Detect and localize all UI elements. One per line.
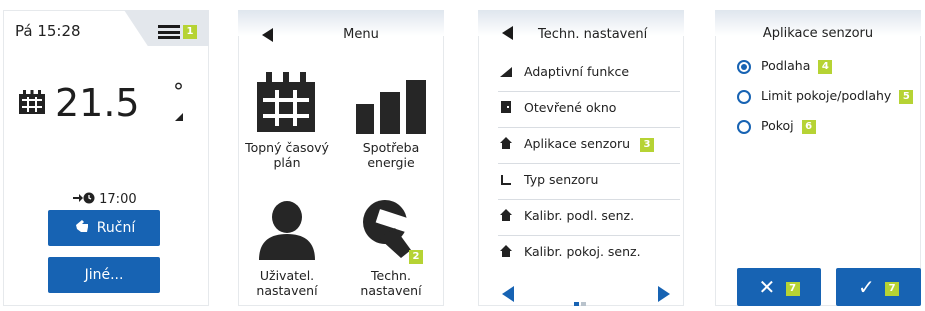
checkmark-icon: ✓ (857, 275, 875, 299)
page-title: Aplikace senzoru (762, 26, 874, 41)
menu-screen: Menu Topný časový plán Spotřeba energie … (238, 10, 444, 306)
option-room[interactable]: Pokoj 6 (737, 118, 816, 134)
other-button-label: Jiné... (84, 267, 124, 283)
house-icon (498, 200, 514, 234)
manual-button-label: Ruční (96, 220, 136, 236)
step-badge: 4 (818, 59, 833, 74)
step-badge: 7 (785, 282, 800, 296)
back-icon[interactable] (502, 26, 513, 40)
tile-label: Topný časový plán (245, 140, 329, 170)
list-item-label: Typ senzoru (524, 172, 599, 187)
list-item-label: Kalibr. podl. senz. (524, 208, 635, 223)
house-icon (498, 236, 514, 270)
clock-display: Pá 15:28 (15, 22, 81, 40)
option-floor[interactable]: Podlaha 4 (737, 58, 833, 74)
list-item-label: Adaptivní funkce (524, 64, 630, 79)
tile-label: Spotřeba energie (362, 140, 420, 170)
cancel-button[interactable]: ✕ 7 (737, 268, 821, 306)
option-label: Pokoj (761, 118, 794, 133)
radio-unselected[interactable] (737, 119, 751, 134)
calendar-icon (257, 72, 315, 132)
tile-technical-settings[interactable]: 2 Techn. nastavení (341, 198, 441, 298)
list-item-sensor-application[interactable]: Aplikace senzoru 3 (498, 127, 680, 164)
page-title: Techn. nastavení (538, 27, 648, 42)
sensor-application-screen: Aplikace senzoru Podlaha 4 Limit pokoje/… (715, 10, 921, 306)
house-icon (498, 128, 514, 162)
adaptive-icon (498, 56, 514, 90)
technical-settings-screen: Techn. nastavení Adaptivní funkce Otevře… (478, 10, 684, 306)
schedule-icon (19, 90, 45, 114)
step-badge: 5 (899, 89, 914, 104)
tile-heating-schedule[interactable]: Topný časový plán (238, 70, 337, 170)
corner-indicator-icon (175, 113, 183, 121)
list-item-open-window[interactable]: Otevřené okno (498, 91, 680, 128)
tile-energy-consumption[interactable]: Spotřeba energie (341, 70, 441, 170)
bar-chart-icon (356, 80, 426, 134)
tile-label: Uživatel. nastavení (256, 268, 318, 298)
hand-icon (75, 220, 88, 232)
step-badge: 6 (801, 119, 816, 134)
page-title: Menu (343, 27, 379, 42)
option-room-floor-limit[interactable]: Limit pokoje/podlahy 5 (737, 88, 914, 104)
sensor-type-icon (498, 164, 514, 198)
list-item-room-sensor-calibration[interactable]: Kalibr. pokoj. senz. (498, 235, 680, 271)
list-item-label: Otevřené okno (524, 100, 617, 115)
list-item-floor-sensor-calibration[interactable]: Kalibr. podl. senz. (498, 199, 680, 236)
radio-selected[interactable] (737, 59, 751, 74)
window-icon (498, 92, 514, 126)
step-badge: 2 (409, 250, 423, 264)
list-item-label: Aplikace senzoru (524, 136, 631, 151)
tile-label: Techn. nastavení (360, 268, 422, 298)
step-badge: 1 (183, 25, 197, 39)
degree-sign: ° (173, 80, 184, 105)
previous-page-icon[interactable] (502, 286, 514, 302)
page-indicator (573, 292, 587, 306)
step-badge: 7 (885, 282, 900, 296)
user-icon (259, 201, 315, 260)
option-label: Podlaha (761, 58, 811, 73)
tile-user-settings[interactable]: Uživatel. nastavení (238, 198, 337, 298)
manual-button[interactable]: Ruční (48, 210, 160, 246)
list-item-adaptive[interactable]: Adaptivní funkce (498, 55, 680, 92)
confirm-button[interactable]: ✓ 7 (836, 268, 921, 306)
home-screen: Pá 15:28 1 21.5 ° 17:00 Ruční Jiné... (3, 10, 209, 306)
next-page-icon[interactable] (658, 286, 670, 302)
menu-icon[interactable] (158, 25, 180, 39)
radio-unselected[interactable] (737, 89, 751, 104)
next-event: 17:00 (73, 192, 137, 207)
close-icon: ✕ (758, 275, 776, 299)
step-badge: 3 (640, 137, 655, 152)
next-time: 17:00 (99, 192, 137, 207)
list-item-label: Kalibr. pokoj. senz. (524, 244, 641, 259)
option-label: Limit pokoje/podlahy (761, 88, 892, 103)
list-item-sensor-type[interactable]: Typ senzoru (498, 163, 680, 200)
arrow-clock-icon (73, 192, 95, 204)
temperature-value: 21.5 (55, 81, 140, 125)
other-button[interactable]: Jiné... (48, 257, 160, 293)
